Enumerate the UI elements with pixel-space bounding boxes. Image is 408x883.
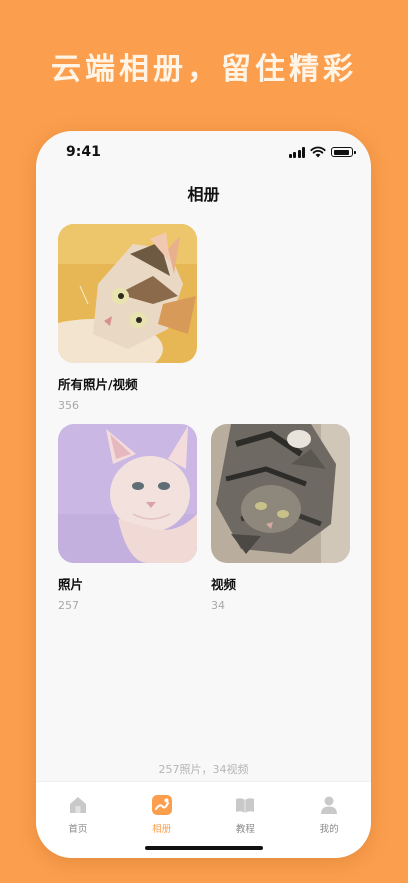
user-icon xyxy=(321,796,338,814)
page-title: 相册 xyxy=(187,185,220,204)
album-name: 所有照片/视频 xyxy=(58,377,138,392)
album-count: 257 xyxy=(58,599,79,612)
album-photos[interactable]: 照片 257 xyxy=(58,424,197,612)
tab-home[interactable]: 首页 xyxy=(36,782,120,858)
status-bar: 9:41 xyxy=(36,141,371,165)
status-icons xyxy=(288,146,356,158)
book-icon xyxy=(236,798,255,813)
phone-screen: 9:41 相册 所有照片/视频 356 照片 257 视频 34 257照片，3… xyxy=(36,131,371,858)
album-icon xyxy=(151,795,172,815)
tab-label: 我的 xyxy=(319,824,339,835)
tab-profile[interactable]: 我的 xyxy=(287,782,371,858)
wifi-icon xyxy=(310,146,326,158)
album-count: 34 xyxy=(211,599,225,612)
album-name: 照片 xyxy=(58,577,84,592)
album-videos-thumbnail[interactable] xyxy=(211,424,350,563)
album-count: 356 xyxy=(58,399,79,412)
album-videos[interactable]: 视频 34 xyxy=(211,424,350,612)
media-summary: 257照片，34视频 xyxy=(158,763,249,776)
album-all-thumbnail[interactable] xyxy=(58,224,197,363)
home-icon xyxy=(69,797,86,813)
tab-label: 首页 xyxy=(68,824,88,835)
album-all[interactable]: 所有照片/视频 356 xyxy=(58,224,197,412)
album-photos-thumbnail[interactable] xyxy=(58,424,197,563)
cellular-signal-icon xyxy=(288,146,305,158)
tab-label: 相册 xyxy=(152,824,172,835)
battery-icon xyxy=(331,147,356,157)
status-time: 9:41 xyxy=(66,144,101,160)
home-indicator[interactable] xyxy=(144,846,263,850)
tab-bar: 首页 相册 教程 我的 xyxy=(36,781,371,858)
tab-label: 教程 xyxy=(235,824,255,835)
album-name: 视频 xyxy=(211,577,237,592)
promo-headline: 云端相册，留住精彩 xyxy=(51,52,357,87)
